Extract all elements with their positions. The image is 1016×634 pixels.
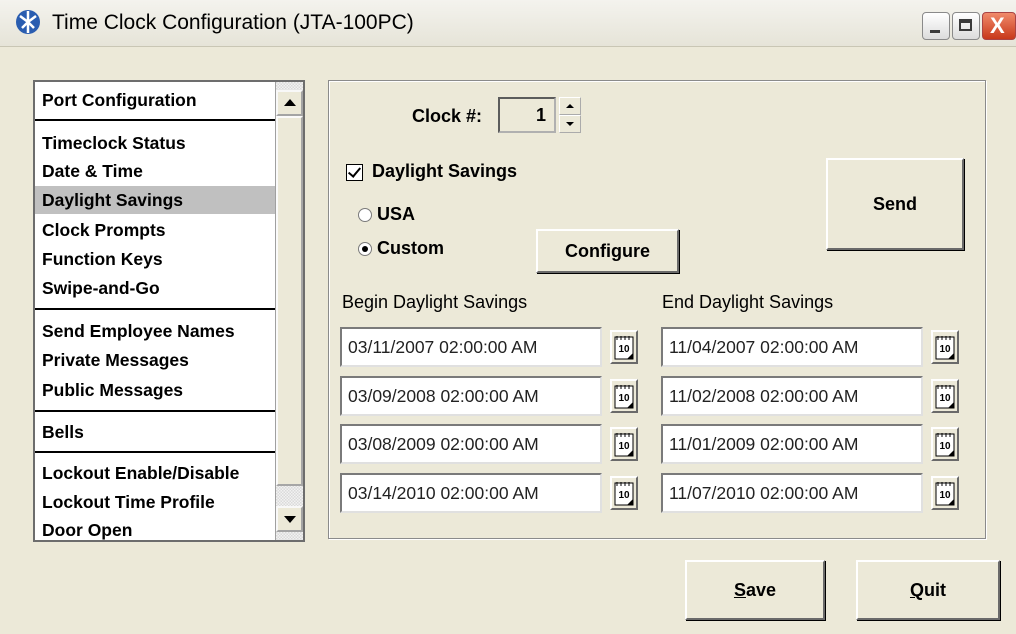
list-item-function-keys[interactable]: Function Keys (35, 245, 275, 273)
app-window: Time Clock Configuration (JTA-100PC) X P… (0, 0, 1016, 634)
save-mnemonic: S (733, 580, 746, 600)
calendar-icon-text: 10 (618, 441, 630, 452)
begin-date-field[interactable]: 03/11/2007 02:00:00 AM (340, 327, 602, 367)
calendar-icon-glyph: 10 (614, 433, 634, 457)
calendar-icon-text: 10 (618, 490, 630, 501)
begin-date-field[interactable]: 03/08/2009 02:00:00 AM (340, 424, 602, 464)
calendar-icon-text: 10 (939, 441, 951, 452)
calendar-icon-text: 10 (939, 393, 951, 404)
clock-number-field[interactable]: 1 (498, 97, 556, 133)
quit-mnemonic: Q (909, 580, 924, 600)
usa-radio-label: USA (377, 204, 416, 224)
clock-number-label: Clock #: (412, 106, 483, 126)
end-date-field[interactable]: 11/07/2010 02:00:00 AM (661, 473, 923, 513)
begin-date-field[interactable]: 03/14/2010 02:00:00 AM (340, 473, 602, 513)
save-button[interactable]: Save (685, 560, 825, 620)
quit-label-rest: uit (924, 580, 946, 600)
list-separator (35, 451, 275, 453)
calendar-icon-glyph: 10 (614, 482, 634, 506)
custom-radio-label: Custom (377, 238, 444, 258)
configure-button[interactable]: Configure (536, 229, 679, 273)
list-item-lockout-time-profile[interactable]: Lockout Time Profile (35, 488, 275, 516)
send-button[interactable]: Send (826, 158, 964, 250)
end-daylight-savings-header: End Daylight Savings (662, 292, 834, 312)
list-item-swipe-and-go[interactable]: Swipe-and-Go (35, 274, 275, 302)
list-item-timeclock-status[interactable]: Timeclock Status (35, 129, 275, 157)
save-label-rest: ave (745, 580, 777, 600)
list-item-date-time[interactable]: Date & Time (35, 157, 275, 185)
calendar-icon-glyph: 10 (935, 385, 955, 409)
calendar-icon[interactable]: 10 (610, 427, 638, 461)
title-bar[interactable]: Time Clock Configuration (JTA-100PC) X (0, 0, 1016, 47)
clock-number-spinner[interactable] (559, 97, 581, 133)
list-item-door-open[interactable]: Door Open (35, 516, 275, 540)
calendar-icon[interactable]: 10 (931, 330, 959, 364)
list-item-private-messages[interactable]: Private Messages (35, 346, 275, 374)
maximize-icon[interactable] (952, 12, 980, 40)
app-logo-icon (16, 10, 40, 34)
calendar-icon-text: 10 (939, 344, 951, 355)
end-date-field[interactable]: 11/01/2009 02:00:00 AM (661, 424, 923, 464)
begin-date-field[interactable]: 03/09/2008 02:00:00 AM (340, 376, 602, 416)
scroll-thumb[interactable] (276, 116, 303, 486)
begin-daylight-savings-header: Begin Daylight Savings (342, 292, 528, 312)
calendar-icon[interactable]: 10 (931, 476, 959, 510)
custom-radio[interactable] (358, 242, 372, 256)
window-title: Time Clock Configuration (JTA-100PC) (52, 11, 414, 34)
daylight-savings-checkbox[interactable] (346, 164, 363, 181)
end-date-field[interactable]: 11/04/2007 02:00:00 AM (661, 327, 923, 367)
usa-radio[interactable] (358, 208, 372, 222)
list-scrollbar[interactable] (275, 82, 303, 540)
list-separator (35, 410, 275, 412)
list-item-lockout-enable-disable[interactable]: Lockout Enable/Disable (35, 459, 275, 487)
calendar-icon-glyph: 10 (935, 336, 955, 360)
calendar-icon-glyph: 10 (935, 433, 955, 457)
calendar-icon[interactable]: 10 (610, 330, 638, 364)
list-item-daylight-savings[interactable]: Daylight Savings (35, 186, 275, 214)
list-separator (35, 119, 275, 121)
calendar-icon-text: 10 (618, 393, 630, 404)
calendar-icon-glyph: 10 (614, 385, 634, 409)
spin-down-icon[interactable] (559, 115, 581, 133)
settings-list[interactable]: Port Configuration Timeclock Status Date… (33, 80, 305, 542)
calendar-icon-text: 10 (618, 344, 630, 355)
list-item-bells[interactable]: Bells (35, 418, 275, 446)
calendar-icon-glyph: 10 (935, 482, 955, 506)
daylight-savings-checkbox-label: Daylight Savings (372, 161, 518, 181)
list-item-port-configuration[interactable]: Port Configuration (35, 86, 275, 114)
calendar-icon[interactable]: 10 (931, 427, 959, 461)
spin-up-icon[interactable] (559, 97, 581, 115)
list-item-public-messages[interactable]: Public Messages (35, 376, 275, 404)
close-icon[interactable]: X (982, 12, 1016, 40)
quit-button[interactable]: Quit (856, 560, 1000, 620)
end-date-field[interactable]: 11/02/2008 02:00:00 AM (661, 376, 923, 416)
calendar-icon-text: 10 (939, 490, 951, 501)
calendar-icon[interactable]: 10 (931, 379, 959, 413)
list-separator (35, 308, 275, 310)
list-item-clock-prompts[interactable]: Clock Prompts (35, 216, 275, 244)
scroll-up-arrow-icon[interactable] (276, 90, 303, 116)
minimize-icon[interactable] (922, 12, 950, 40)
calendar-icon-glyph: 10 (614, 336, 634, 360)
calendar-icon[interactable]: 10 (610, 476, 638, 510)
list-item-send-employee-names[interactable]: Send Employee Names (35, 317, 275, 345)
calendar-icon[interactable]: 10 (610, 379, 638, 413)
scroll-down-arrow-icon[interactable] (276, 506, 303, 532)
